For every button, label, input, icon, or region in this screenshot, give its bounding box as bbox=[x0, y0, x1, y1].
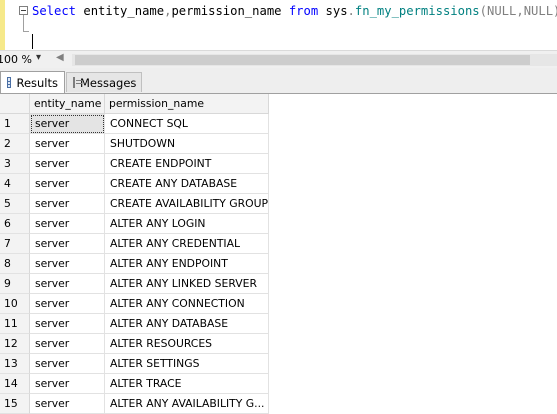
query-token: ( bbox=[479, 4, 487, 18]
query-text[interactable]: Select entity_name,permission_name from … bbox=[32, 2, 557, 20]
row-number-header[interactable] bbox=[0, 94, 30, 114]
query-token: . bbox=[347, 4, 355, 18]
zoom-bar: 100 % ▾ ◀ bbox=[0, 50, 557, 69]
collapse-toggle-icon[interactable] bbox=[19, 6, 28, 15]
table-row[interactable]: 6 server ALTER ANY LOGIN bbox=[0, 214, 270, 234]
scrollbar-thumb[interactable] bbox=[75, 55, 530, 65]
cell-entity-name[interactable]: server bbox=[30, 214, 105, 234]
query-token: sys bbox=[325, 4, 348, 18]
cell-permission-name[interactable]: ALTER ANY AVAILABILITY G... bbox=[105, 394, 269, 414]
cell-permission-name[interactable]: ALTER ANY CONNECTION bbox=[105, 294, 269, 314]
table-row[interactable]: 3 server CREATE ENDPOINT bbox=[0, 154, 270, 174]
zoom-level[interactable]: 100 % bbox=[0, 53, 32, 66]
query-token: fn_my_permissions bbox=[354, 4, 480, 18]
cell-entity-name[interactable]: server bbox=[30, 254, 105, 274]
query-token: , bbox=[516, 4, 524, 18]
cell-entity-name[interactable]: server bbox=[30, 394, 105, 414]
row-number[interactable]: 3 bbox=[0, 154, 30, 174]
row-number[interactable]: 4 bbox=[0, 174, 30, 194]
query-token: from bbox=[288, 4, 326, 18]
row-number[interactable]: 8 bbox=[0, 254, 30, 274]
row-number[interactable]: 13 bbox=[0, 354, 30, 374]
column-header-permission-name[interactable]: permission_name bbox=[105, 94, 269, 114]
row-number[interactable]: 1 bbox=[0, 114, 30, 134]
row-number[interactable]: 7 bbox=[0, 234, 30, 254]
query-token: entity_name bbox=[83, 4, 165, 18]
table-row[interactable]: 5 server CREATE AVAILABILITY GROUP bbox=[0, 194, 270, 214]
row-number[interactable]: 2 bbox=[0, 134, 30, 154]
change-marker bbox=[0, 0, 5, 50]
query-token: Select bbox=[32, 4, 84, 18]
table-row[interactable]: 1 server CONNECT SQL bbox=[0, 114, 270, 134]
table-row[interactable]: 8 server ALTER ANY ENDPOINT bbox=[0, 254, 270, 274]
cell-entity-name[interactable]: server bbox=[30, 374, 105, 394]
cell-permission-name[interactable]: CREATE ENDPOINT bbox=[105, 154, 269, 174]
cell-permission-name[interactable]: CONNECT SQL bbox=[105, 114, 269, 134]
fold-line bbox=[23, 15, 24, 32]
table-row[interactable]: 14 server ALTER TRACE bbox=[0, 374, 270, 394]
cell-entity-name[interactable]: server bbox=[30, 274, 105, 294]
cell-permission-name[interactable]: SHUTDOWN bbox=[105, 134, 269, 154]
tab-results-label: Results bbox=[16, 75, 58, 90]
cell-entity-name[interactable]: server bbox=[30, 334, 105, 354]
messages-icon bbox=[73, 77, 82, 88]
row-number[interactable]: 15 bbox=[0, 394, 30, 414]
cell-entity-name[interactable]: server bbox=[30, 194, 105, 214]
cell-entity-name[interactable]: server bbox=[30, 174, 105, 194]
text-caret bbox=[32, 34, 33, 49]
cell-permission-name[interactable]: ALTER RESOURCES bbox=[105, 334, 269, 354]
results-grid[interactable]: entity_name permission_name 1 server CONNE… bbox=[0, 94, 557, 414]
cell-entity-name[interactable]: server bbox=[30, 234, 105, 254]
cell-entity-name[interactable]: server bbox=[30, 154, 105, 174]
cell-permission-name[interactable]: ALTER TRACE bbox=[105, 374, 269, 394]
cell-entity-name[interactable]: server bbox=[30, 314, 105, 334]
cell-permission-name[interactable]: ALTER ANY DATABASE bbox=[105, 314, 269, 334]
cell-entity-name[interactable]: server bbox=[30, 134, 105, 154]
query-token: permission_name bbox=[171, 4, 289, 18]
tab-messages[interactable]: Messages bbox=[66, 72, 142, 92]
cell-permission-name[interactable]: CREATE ANY DATABASE bbox=[105, 174, 269, 194]
cell-permission-name[interactable]: ALTER ANY LOGIN bbox=[105, 214, 269, 234]
cell-permission-name[interactable]: ALTER ANY LINKED SERVER bbox=[105, 274, 269, 294]
row-number[interactable]: 6 bbox=[0, 214, 30, 234]
row-number[interactable]: 12 bbox=[0, 334, 30, 354]
cell-permission-name[interactable]: ALTER ANY ENDPOINT bbox=[105, 254, 269, 274]
cell-entity-name[interactable]: server bbox=[30, 294, 105, 314]
query-token: NULL bbox=[486, 4, 517, 18]
table-row[interactable]: 11 server ALTER ANY DATABASE bbox=[0, 314, 270, 334]
row-number[interactable]: 14 bbox=[0, 374, 30, 394]
cell-entity-name[interactable]: server bbox=[30, 354, 105, 374]
grid-icon bbox=[7, 77, 12, 88]
table-row[interactable]: 4 server CREATE ANY DATABASE bbox=[0, 174, 270, 194]
table-row[interactable]: 9 server ALTER ANY LINKED SERVER bbox=[0, 274, 270, 294]
row-number[interactable]: 5 bbox=[0, 194, 30, 214]
query-editor[interactable]: Select entity_name,permission_name from … bbox=[0, 0, 557, 50]
tab-messages-label: Messages bbox=[80, 75, 137, 90]
table-row[interactable]: 7 server ALTER ANY CREDENTIAL bbox=[0, 234, 270, 254]
results-tabs: Results Messages bbox=[0, 68, 557, 94]
column-header-entity-name[interactable]: entity_name bbox=[30, 94, 105, 114]
cell-entity-name[interactable]: server bbox=[30, 114, 105, 134]
cell-permission-name[interactable]: CREATE AVAILABILITY GROUP bbox=[105, 194, 269, 214]
chevron-down-icon[interactable]: ▾ bbox=[36, 52, 41, 63]
cell-permission-name[interactable]: ALTER ANY CREDENTIAL bbox=[105, 234, 269, 254]
table-row[interactable]: 10 server ALTER ANY CONNECTION bbox=[0, 294, 270, 314]
table-row[interactable]: 13 server ALTER SETTINGS bbox=[0, 354, 270, 374]
query-token: ) bbox=[553, 4, 557, 18]
table-row[interactable]: 15 server ALTER ANY AVAILABILITY G... bbox=[0, 394, 270, 414]
table-row[interactable]: 12 server ALTER RESOURCES bbox=[0, 334, 270, 354]
row-number[interactable]: 11 bbox=[0, 314, 30, 334]
query-token: NULL bbox=[523, 4, 554, 18]
cell-permission-name[interactable]: ALTER SETTINGS bbox=[105, 354, 269, 374]
tab-results[interactable]: Results bbox=[0, 71, 65, 93]
fold-line-end bbox=[23, 31, 29, 32]
row-number[interactable]: 10 bbox=[0, 294, 30, 314]
scroll-left-icon[interactable]: ◀ bbox=[56, 52, 64, 63]
row-number[interactable]: 9 bbox=[0, 274, 30, 294]
table-row[interactable]: 2 server SHUTDOWN bbox=[0, 134, 270, 154]
